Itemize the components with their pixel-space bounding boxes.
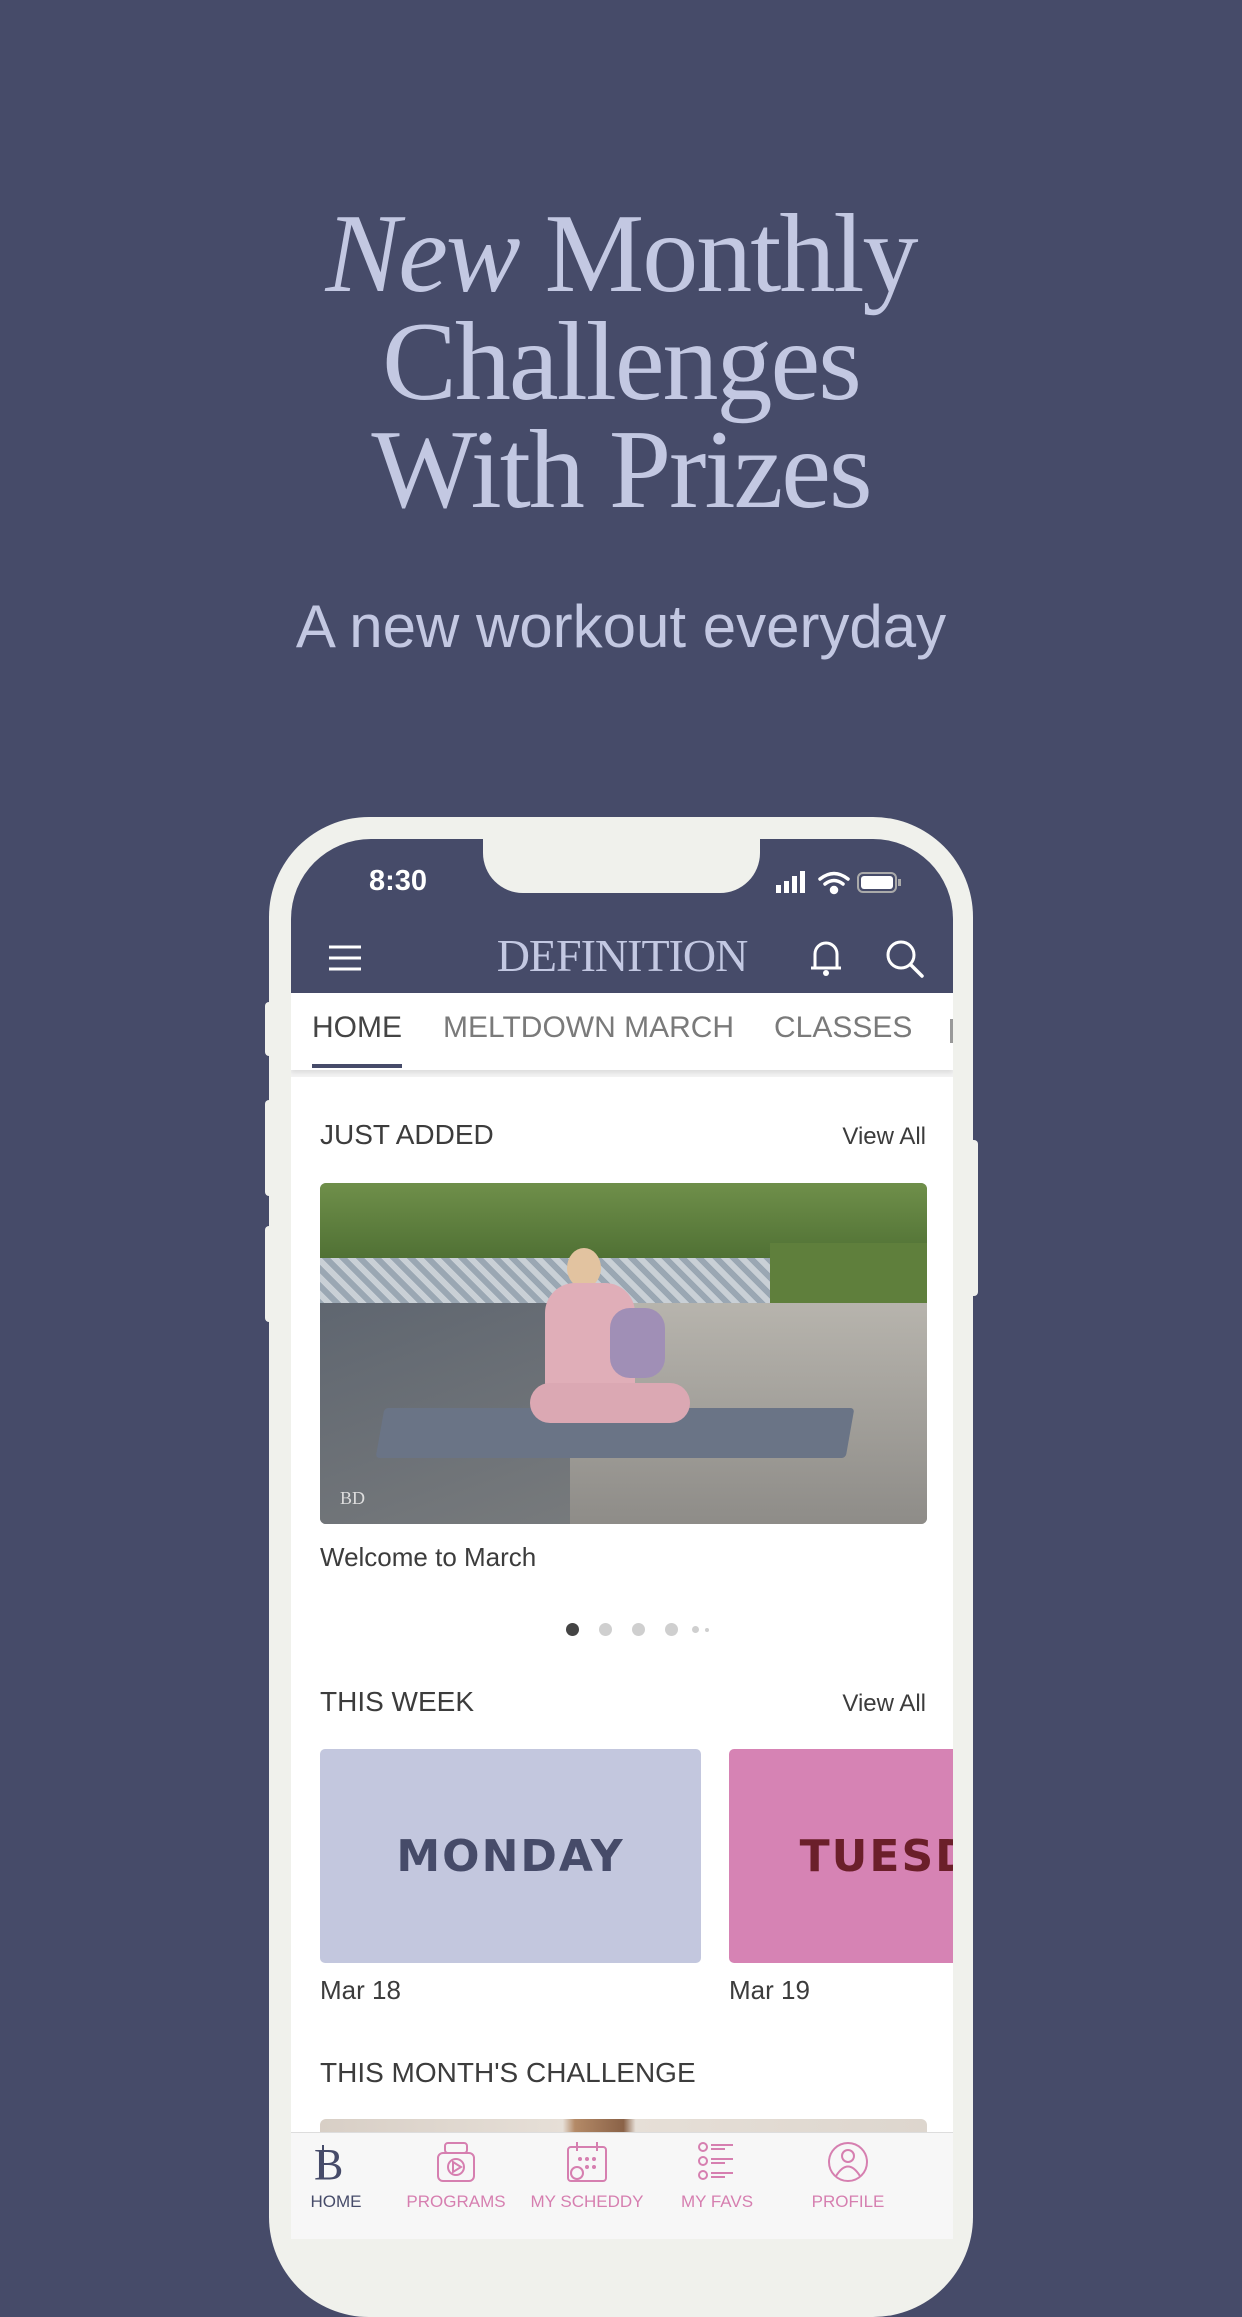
nav-label: MY SCHEDDY (530, 2192, 644, 2211)
signal-icon (776, 871, 805, 893)
tab-active-indicator (312, 1064, 402, 1068)
video-thumbnail[interactable]: BD (320, 1183, 927, 1524)
challenge-title: THIS MONTH'S CHALLENGE (320, 2057, 696, 2088)
tab-overflow (950, 1019, 953, 1043)
day-date: Mar 19 (729, 1975, 810, 2005)
profile-icon (828, 2142, 868, 2182)
headline-line-3: With Prizes (371, 408, 872, 532)
programs-icon (437, 2142, 475, 2182)
carousel-dot-active[interactable] (566, 1623, 579, 1636)
nav-my-scheddy[interactable]: MY SCHEDDY (522, 2141, 652, 2212)
nav-label: PROFILE (811, 2192, 885, 2211)
video-title[interactable]: Welcome to March (320, 1542, 536, 1573)
carousel-dot[interactable] (665, 1623, 678, 1636)
day-card-tuesday[interactable]: TUESDAY (729, 1749, 953, 1963)
just-added-view-all[interactable]: View All (842, 1123, 926, 1151)
carousel-dot[interactable] (692, 1626, 699, 1633)
headline-rest: Monthly (544, 192, 919, 316)
nav-profile[interactable]: PROFILE (783, 2141, 913, 2212)
status-time: 8:30 (369, 865, 428, 897)
headline-line-1: New Monthly (0, 198, 1242, 310)
wifi-icon (818, 871, 850, 895)
carousel-dot[interactable] (705, 1627, 709, 1632)
svg-text:B: B (314, 2141, 343, 2183)
nav-label: MY FAVS (680, 2192, 754, 2211)
day-date: Mar 18 (320, 1975, 401, 2005)
headline-italic: New (325, 192, 521, 316)
day-card-monday[interactable]: MONDAY (320, 1749, 701, 1963)
nav-label: PROGRAMS (406, 2192, 506, 2211)
tab-home[interactable]: HOME (312, 1011, 402, 1045)
phone-screen: 8:30 DEFINITION HOME MELTDOWN MARCH CLAS… (291, 839, 953, 2239)
nav-programs[interactable]: PROGRAMS (391, 2141, 521, 2212)
battery-icon (857, 872, 901, 893)
bell-icon[interactable] (809, 939, 843, 979)
phone-notch (483, 839, 760, 893)
this-week-view-all[interactable]: View All (842, 1690, 926, 1718)
watermark-logo: BD (340, 1488, 366, 1508)
carousel-dot[interactable] (632, 1623, 645, 1636)
home-content: JUST ADDED View All BD Welcome to March … (291, 1077, 953, 2239)
app-logo: DEFINITION (496, 930, 749, 981)
just-added-title: JUST ADDED (320, 1119, 494, 1150)
calendar-icon (567, 2142, 607, 2182)
home-logo-icon: B (314, 2140, 343, 2189)
carousel-dots (566, 1623, 709, 1636)
status-icons (776, 871, 901, 895)
app-header: 8:30 DEFINITION (291, 839, 953, 993)
search-icon[interactable] (885, 939, 925, 979)
tab-meltdown-march[interactable]: MELTDOWN MARCH (443, 1011, 734, 1045)
this-week-title: THIS WEEK (320, 1686, 475, 1717)
tab-classes[interactable]: CLASSES (774, 1011, 912, 1045)
subtitle: A new workout everyday (295, 593, 947, 660)
carousel-dot[interactable] (599, 1623, 612, 1636)
nav-label: HOME (310, 2192, 362, 2211)
list-icon (698, 2142, 733, 2180)
headline-line-2: Challenges (382, 300, 862, 424)
bottom-nav: B HOME PROGRAMS MY SCHEDDY MY FAVS PROFI… (291, 2132, 953, 2239)
nav-home[interactable]: B HOME (291, 2140, 401, 2212)
nav-my-favs[interactable]: MY FAVS (652, 2141, 782, 2212)
tab-bar: HOME MELTDOWN MARCH CLASSES (291, 993, 953, 1070)
